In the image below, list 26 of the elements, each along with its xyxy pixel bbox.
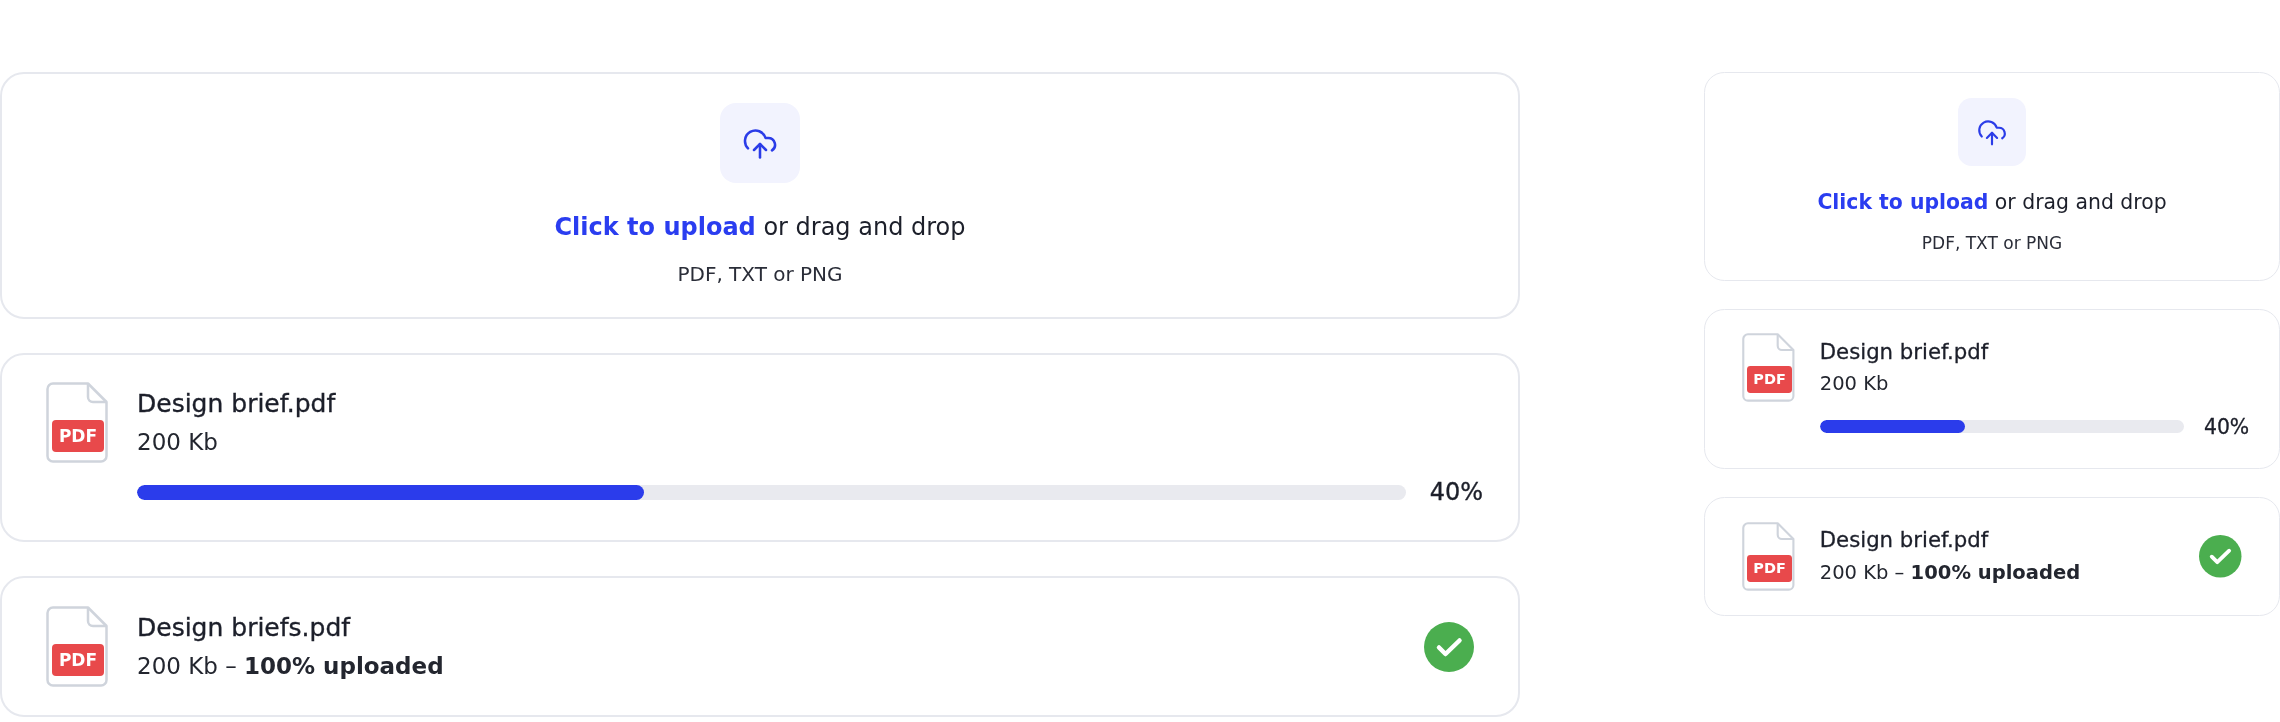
upload-cloud-icon xyxy=(720,103,800,183)
upload-dropzone[interactable]: Click to upload or drag and drop PDF, TXT or PNG xyxy=(1704,72,2280,281)
upload-dropzone[interactable]: Click to upload or drag and drop PDF, TXT or PNG xyxy=(0,72,1520,319)
check-circle-icon xyxy=(1424,621,1474,672)
file-details: 200 Kb – 100% uploaded xyxy=(137,651,445,681)
upload-instruction: Click to upload or drag and drop xyxy=(554,212,966,242)
file-type-hint: PDF, TXT or PNG xyxy=(677,262,843,286)
upload-cloud-icon xyxy=(1958,97,2026,166)
file-details: 200 Kb – 100% uploaded xyxy=(1819,559,2082,586)
upload-link[interactable]: Click to upload xyxy=(1817,190,1989,215)
file-details: 200 Kb xyxy=(137,428,219,457)
file-name: Design brief.pdf xyxy=(137,388,337,420)
upload-link[interactable]: Click to upload xyxy=(554,213,756,241)
file-details: 200 Kb xyxy=(1819,371,1890,398)
progress-percent: 40% xyxy=(1429,478,1483,506)
file-name: Design briefs.pdf xyxy=(137,611,352,644)
check-circle-icon xyxy=(2199,535,2242,578)
file-type-badge: PDF xyxy=(52,420,104,452)
file-type-badge: PDF xyxy=(52,644,104,676)
file-type-hint: PDF, TXT or PNG xyxy=(1921,232,2063,254)
file-type-badge: PDF xyxy=(1747,365,1792,393)
file-name: Design brief.pdf xyxy=(1819,337,1990,366)
upload-instruction: Click to upload or drag and drop xyxy=(1817,190,2167,216)
progress-percent: 40% xyxy=(2203,414,2250,439)
file-type-badge: PDF xyxy=(1747,554,1792,582)
file-name: Design brief.pdf xyxy=(1819,526,1990,555)
